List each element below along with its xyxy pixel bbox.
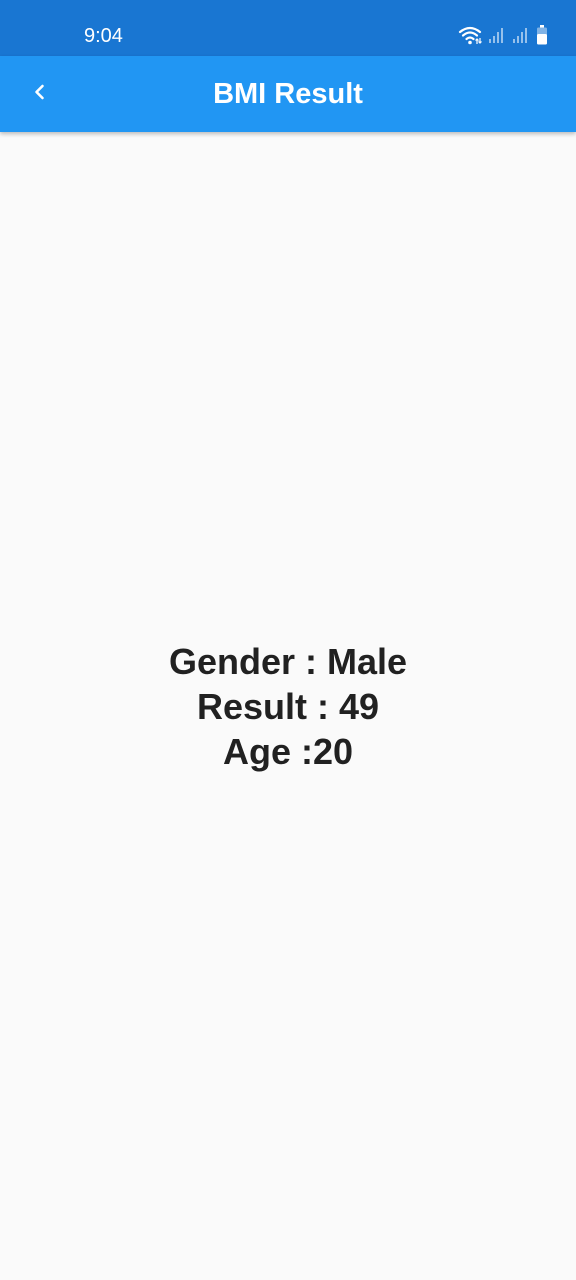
signal-icon [512, 26, 530, 44]
back-button[interactable] [20, 74, 60, 114]
page-title: BMI Result [213, 78, 363, 110]
age-text: Age :20 [222, 730, 354, 772]
status-icons [458, 24, 548, 46]
gender-text: Gender : Male [168, 640, 408, 682]
chevron-left-icon [30, 82, 50, 107]
app-bar: BMI Result [0, 56, 576, 132]
status-bar: 9:04 [0, 0, 576, 56]
signal-icon [488, 26, 506, 44]
result-content: Gender : Male Result : 49 Age :20 [0, 132, 576, 1280]
battery-icon [536, 25, 548, 45]
status-time: 9:04 [84, 25, 123, 47]
result-text: Result : 49 [196, 685, 380, 727]
wifi-icon [458, 25, 482, 45]
